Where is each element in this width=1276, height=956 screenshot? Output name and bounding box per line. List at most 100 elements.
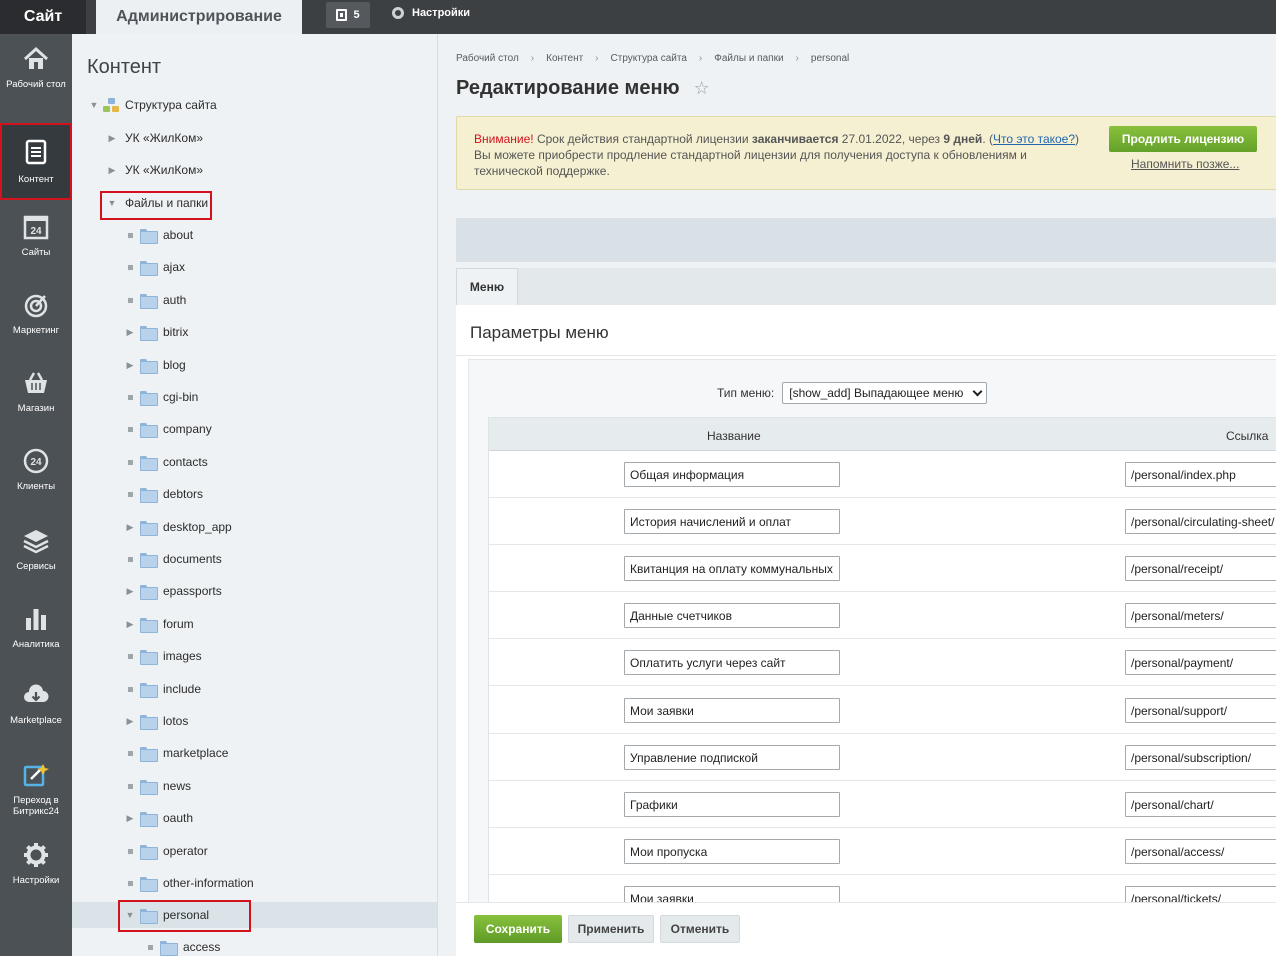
menu-item-link-input[interactable] xyxy=(1125,745,1276,770)
menu-label: Рабочий стол xyxy=(6,79,66,90)
license-notice: Внимание! Срок действия стандартной лице… xyxy=(456,116,1276,190)
breadcrumb-item[interactable]: personal xyxy=(811,53,849,64)
menu-item-link-input[interactable] xyxy=(1125,462,1276,487)
breadcrumb-item[interactable]: Контент xyxy=(546,53,583,64)
what-is-this-link[interactable]: Что это такое? xyxy=(993,132,1075,146)
tree-folder-images[interactable]: images xyxy=(124,646,202,666)
extend-license-button[interactable]: Продлить лицензию xyxy=(1109,126,1257,152)
tree-folder-marketplace[interactable]: marketplace xyxy=(124,743,228,763)
table-row xyxy=(489,592,1276,639)
folder-icon xyxy=(140,617,158,633)
menu-item-link-input[interactable] xyxy=(1125,650,1276,675)
tree-root[interactable]: ▼ Структура сайта xyxy=(88,95,217,115)
collapsed-arrow-icon[interactable]: ▶ xyxy=(106,133,118,144)
collapsed-arrow-icon[interactable]: ▶ xyxy=(124,522,136,533)
menu-item-link-input[interactable] xyxy=(1125,556,1276,581)
home-icon xyxy=(23,46,49,69)
table-row xyxy=(489,828,1276,875)
menu-item-bitrix24[interactable]: Переход в Битрикс24 xyxy=(0,750,72,840)
tree-folder-oauth[interactable]: ▶ oauth xyxy=(124,808,193,828)
tree-site-1[interactable]: ▶ УК «ЖилКом» xyxy=(106,128,203,148)
menu-item-marketing[interactable]: Маркетинг xyxy=(0,280,72,358)
collapsed-arrow-icon[interactable]: ▶ xyxy=(106,165,118,176)
menu-item-name-input[interactable] xyxy=(624,792,840,817)
menu-item-name-input[interactable] xyxy=(624,509,840,534)
save-button[interactable]: Сохранить xyxy=(474,915,562,943)
menu-item-services[interactable]: Сервисы xyxy=(0,516,72,594)
menu-item-link-input[interactable] xyxy=(1125,698,1276,723)
chevron-down-icon xyxy=(972,386,983,397)
cancel-button[interactable]: Отменить xyxy=(660,915,740,943)
menu-item-link-input[interactable] xyxy=(1125,509,1276,534)
admin-tab[interactable]: Администрирование xyxy=(96,0,302,34)
menu-item-name-input[interactable] xyxy=(624,650,840,675)
favorite-star-icon[interactable]: ☆ xyxy=(694,78,710,99)
table-row xyxy=(489,687,1276,734)
svg-text:24: 24 xyxy=(30,226,42,237)
menu-item-desktop[interactable]: Рабочий стол xyxy=(0,34,72,112)
tree-folder-debtors[interactable]: debtors xyxy=(124,484,203,504)
menu-item-analytics[interactable]: Аналитика xyxy=(0,594,72,672)
tree-folder-access[interactable]: access xyxy=(144,937,220,956)
breadcrumb-item[interactable]: Рабочий стол xyxy=(456,53,519,64)
collapsed-arrow-icon[interactable]: ▶ xyxy=(124,619,136,630)
tree-folder-contacts[interactable]: contacts xyxy=(124,452,208,472)
tree-folder-about[interactable]: about xyxy=(124,225,193,245)
menu-item-link-input[interactable] xyxy=(1125,792,1276,817)
menu-label: Маркетинг xyxy=(12,325,60,336)
menu-item-name-input[interactable] xyxy=(624,698,840,723)
collapsed-arrow-icon[interactable]: ▶ xyxy=(124,327,136,338)
tree-folder-blog[interactable]: ▶ blog xyxy=(124,355,186,375)
tree-folder-include[interactable]: include xyxy=(124,679,201,699)
menu-item-name-input[interactable] xyxy=(624,603,840,628)
tree-folder-bitrix[interactable]: ▶ bitrix xyxy=(124,322,188,342)
menu-item-settings[interactable]: Настройки xyxy=(0,830,72,908)
tree-folder-operator[interactable]: operator xyxy=(124,841,208,861)
menu-item-name-input[interactable] xyxy=(624,839,840,864)
tree-folder-auth[interactable]: auth xyxy=(124,290,186,310)
tree-folder-forum[interactable]: ▶ forum xyxy=(124,614,194,634)
notification-icon xyxy=(336,9,348,21)
collapsed-arrow-icon[interactable]: ▶ xyxy=(124,360,136,371)
table-row xyxy=(489,451,1276,498)
remind-later-link[interactable]: Напомнить позже... xyxy=(1131,157,1239,171)
collapsed-arrow-icon[interactable]: ▶ xyxy=(124,586,136,597)
breadcrumb-item[interactable]: Структура сайта xyxy=(611,53,687,64)
tree-folder-lotos[interactable]: ▶ lotos xyxy=(124,711,188,731)
notifications-button[interactable]: 5 xyxy=(326,2,370,28)
collapsed-arrow-icon[interactable]: ▶ xyxy=(124,716,136,727)
notice-text: Внимание! Срок действия стандартной лице… xyxy=(474,131,1084,179)
expanded-arrow-icon[interactable]: ▼ xyxy=(88,100,100,110)
collapsed-arrow-icon[interactable]: ▶ xyxy=(124,813,136,824)
menu-item-link-input[interactable] xyxy=(1125,603,1276,628)
tree-folder-documents[interactable]: documents xyxy=(124,549,222,569)
leaf-bullet-icon xyxy=(128,232,133,238)
folder-label: other-information xyxy=(163,876,254,890)
breadcrumb-item[interactable]: Файлы и папки xyxy=(714,53,783,64)
menu-type-select[interactable]: [show_add] Выпадающее меню xyxy=(782,382,988,404)
menu-item-name-input[interactable] xyxy=(624,462,840,487)
tree-folder-epassports[interactable]: ▶ epassports xyxy=(124,581,222,601)
tab-menu[interactable]: Меню xyxy=(456,268,518,305)
tree-folder-news[interactable]: news xyxy=(124,776,191,796)
tree-folder-desktop_app[interactable]: ▶ desktop_app xyxy=(124,517,232,537)
tree-folder-company[interactable]: company xyxy=(124,419,212,439)
tree-folder-cgi-bin[interactable]: cgi-bin xyxy=(124,387,198,407)
clients-24-icon: 24 xyxy=(23,448,49,474)
menu-item-marketplace[interactable]: Marketplace xyxy=(0,670,72,748)
column-header-name: Название xyxy=(707,429,761,443)
tree-root-label: Структура сайта xyxy=(125,98,217,112)
menu-item-clients[interactable]: 24 Клиенты xyxy=(0,436,72,514)
settings-button[interactable]: Настройки xyxy=(392,0,470,26)
site-tab[interactable]: Сайт xyxy=(0,0,86,34)
menu-item-shop[interactable]: Магазин xyxy=(0,358,72,436)
menu-item-name-input[interactable] xyxy=(624,745,840,770)
menu-item-link-input[interactable] xyxy=(1125,839,1276,864)
tree-folder-ajax[interactable]: ajax xyxy=(124,257,185,277)
menu-item-sites[interactable]: 24 Сайты xyxy=(0,202,72,280)
apply-button[interactable]: Применить xyxy=(568,915,654,943)
menu-item-name-input[interactable] xyxy=(624,556,840,581)
page-title-text: Редактирование меню xyxy=(456,77,680,99)
tree-site-2[interactable]: ▶ УК «ЖилКом» xyxy=(106,160,203,180)
tree-folder-other-information[interactable]: other-information xyxy=(124,873,254,893)
